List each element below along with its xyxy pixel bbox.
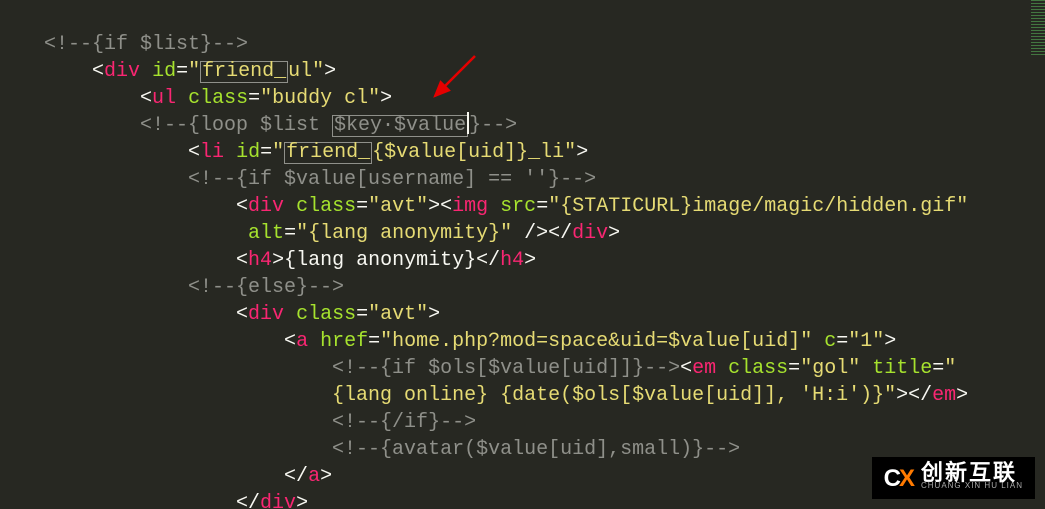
logo-mark: CX bbox=[884, 465, 913, 493]
code-line-11: <a href="home.php?mod=space&uid=$value[u… bbox=[44, 330, 896, 353]
brand-logo: CX 创新互联 CHUANG XIN HU LIAN bbox=[872, 457, 1035, 499]
code-line-12: <!--{if $ols[$value[uid]]}--><em class="… bbox=[44, 357, 956, 380]
code-line-7b: alt="{lang anonymity}" /></div> bbox=[44, 222, 620, 245]
highlight-box-friend-2: friend_ bbox=[284, 142, 372, 164]
code-line-13: {lang online} {date($ols[$value[uid]], '… bbox=[44, 384, 968, 407]
code-line-14: <!--{/if}--> bbox=[44, 411, 476, 434]
code-line-17: </div> bbox=[44, 492, 308, 509]
code-line-10: <div class="avt"> bbox=[44, 303, 440, 326]
code-line-3: <ul class="buddy cl"> bbox=[44, 87, 392, 110]
logo-subtext: CHUANG XIN HU LIAN bbox=[921, 479, 1023, 493]
code-line-1: <!--{if $list}--> bbox=[44, 33, 248, 56]
minimap[interactable] bbox=[1031, 0, 1045, 55]
code-line-8: <h4>{lang anonymity}</h4> bbox=[44, 249, 536, 272]
code-line-9: <!--{else}--> bbox=[44, 276, 344, 299]
code-line-7a: <div class="avt"><img src="{STATICURL}im… bbox=[44, 195, 968, 218]
code-editor[interactable]: <!--{if $list}--> <div id="friend_ul"> <… bbox=[0, 0, 1045, 509]
highlight-box-friend-1: friend_ bbox=[200, 61, 288, 83]
code-line-4: <!--{loop $list $key·$value}--> bbox=[44, 114, 517, 137]
code-line-5: <li id="friend_{$value[uid]}_li"> bbox=[44, 141, 588, 164]
highlight-box-keyvalue: $key·$value bbox=[332, 115, 468, 137]
code-line-6: <!--{if $value[username] == ''}--> bbox=[44, 168, 596, 191]
code-line-2: <div id="friend_ul"> bbox=[44, 60, 336, 83]
code-line-15: <!--{avatar($value[uid],small)}--> bbox=[44, 438, 740, 461]
code-line-16: </a> bbox=[44, 465, 332, 488]
